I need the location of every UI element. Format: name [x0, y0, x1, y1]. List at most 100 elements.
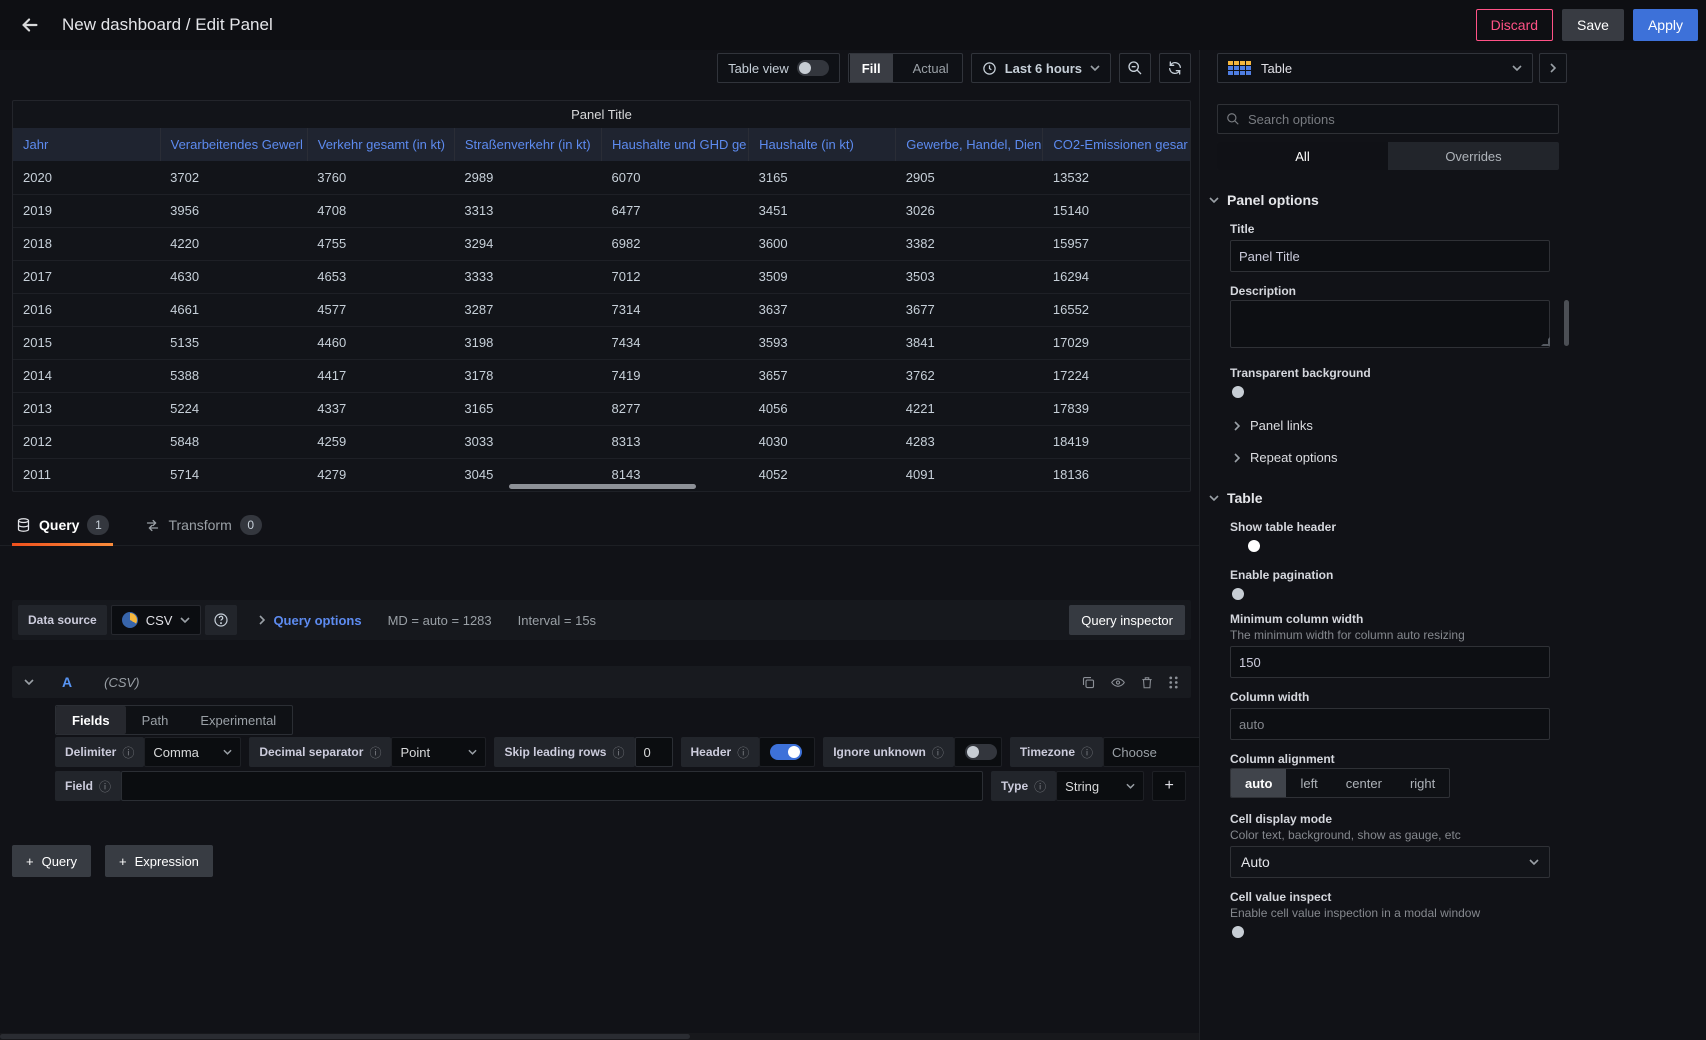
fill-segment[interactable]: Fill — [850, 54, 893, 82]
table-cell: 3677 — [896, 293, 1043, 326]
skip-leading-rows-input[interactable] — [635, 737, 673, 767]
header-label: Headerⓘ — [681, 737, 760, 767]
delimiter-select[interactable]: Comma — [144, 737, 241, 767]
alignment-center[interactable]: center — [1332, 769, 1396, 797]
plus-icon: + — [119, 854, 127, 869]
visualization-picker[interactable]: Table — [1217, 53, 1533, 83]
zoom-out-icon — [1127, 60, 1143, 76]
table-row: 201842204755329469823600338215957 — [13, 227, 1190, 260]
column-header[interactable]: CO2-Emissionen gesar — [1043, 128, 1190, 161]
add-field-button[interactable]: + — [1152, 771, 1186, 801]
alignment-auto[interactable]: auto — [1231, 769, 1286, 797]
query-options-expander[interactable]: Query options — [259, 613, 361, 628]
column-header[interactable]: Gewerbe, Handel, Dien — [896, 128, 1043, 161]
hide-query-eye-icon[interactable] — [1110, 675, 1126, 690]
ignore-unknown-toggle[interactable] — [965, 744, 997, 760]
title-label: Title — [1230, 222, 1254, 236]
drag-handle-icon[interactable] — [1168, 675, 1179, 690]
query-ref-id[interactable]: A — [62, 674, 72, 690]
column-header[interactable]: Straßenverkehr (in kt) — [454, 128, 601, 161]
tab-transform[interactable]: Transform 0 — [141, 505, 265, 546]
column-header[interactable]: Verarbeitendes Gewerl — [160, 128, 307, 161]
table-cell: 3509 — [749, 260, 896, 293]
column-header[interactable]: Jahr — [13, 128, 160, 161]
cell-display-mode-select[interactable]: Auto — [1230, 846, 1550, 878]
panel-title-input[interactable] — [1230, 240, 1550, 272]
options-search-input[interactable] — [1248, 112, 1550, 127]
tab-fields[interactable]: Fields — [56, 706, 126, 734]
max-data-points-text: MD = auto = 1283 — [388, 613, 492, 628]
tab-experimental[interactable]: Experimental — [184, 706, 292, 734]
table-cell: 4279 — [307, 458, 454, 491]
skip-leading-rows-label: Skip leading rowsⓘ — [494, 737, 634, 767]
show-table-header-label: Show table header — [1230, 520, 1336, 534]
apply-button[interactable]: Apply — [1633, 9, 1698, 41]
duplicate-query-icon[interactable] — [1081, 675, 1096, 690]
main-horizontal-scrollbar[interactable] — [0, 1033, 1199, 1040]
add-query-button[interactable]: + Query — [12, 845, 91, 877]
save-button[interactable]: Save — [1562, 9, 1624, 41]
panel-toolbar: Table view Fill Actual Last 6 hours — [717, 53, 1191, 83]
header-toggle[interactable] — [770, 744, 802, 760]
table-cell: 4220 — [160, 227, 307, 260]
table-horizontal-scrollbar[interactable] — [509, 484, 696, 489]
actual-segment[interactable]: Actual — [901, 54, 961, 82]
field-input[interactable] — [121, 771, 983, 801]
query-datasource-type: (CSV) — [104, 675, 139, 690]
table-cell: 17029 — [1043, 326, 1190, 359]
sidebar-scrollbar[interactable] — [1564, 300, 1569, 346]
table-cell: 4259 — [307, 425, 454, 458]
panel-options-section-header[interactable]: Panel options — [1209, 192, 1319, 208]
back-button[interactable] — [14, 9, 46, 41]
description-textarea[interactable] — [1230, 300, 1550, 348]
refresh-button[interactable] — [1159, 53, 1191, 83]
panel-links-expander[interactable]: Panel links — [1234, 418, 1313, 433]
table-row: 202037023760298960703165290513532 — [13, 161, 1190, 194]
table-cell: 18419 — [1043, 425, 1190, 458]
alignment-right[interactable]: right — [1396, 769, 1449, 797]
decimal-separator-select[interactable]: Point — [391, 737, 486, 767]
table-cell: 5135 — [160, 326, 307, 359]
query-inspector-button[interactable]: Query inspector — [1069, 605, 1185, 635]
time-range-picker[interactable]: Last 6 hours — [971, 53, 1111, 83]
alignment-left[interactable]: left — [1286, 769, 1331, 797]
delimiter-label: Delimiterⓘ — [55, 737, 144, 767]
tab-all[interactable]: All — [1217, 142, 1388, 170]
type-label: Typeⓘ — [991, 771, 1056, 801]
table-cell: 15957 — [1043, 227, 1190, 260]
table-cell: 7434 — [602, 326, 749, 359]
add-expression-button[interactable]: + Expression — [105, 845, 213, 877]
table-view-toggle[interactable] — [797, 60, 829, 76]
panel-preview: Panel Title JahrVerarbeitendes GewerlVer… — [12, 100, 1191, 492]
column-header[interactable]: Haushalte (in kt) — [749, 128, 896, 161]
table-cell: 4091 — [896, 458, 1043, 491]
column-alignment-label: Column alignment — [1230, 752, 1335, 766]
collapse-chevron-icon[interactable] — [24, 679, 34, 685]
repeat-options-expander[interactable]: Repeat options — [1234, 450, 1337, 465]
table-cell: 5714 — [160, 458, 307, 491]
column-header[interactable]: Verkehr gesamt (in kt) — [307, 128, 454, 161]
datasource-help-button[interactable] — [205, 605, 237, 635]
options-search[interactable] — [1217, 104, 1559, 134]
collapse-options-pane-button[interactable] — [1539, 53, 1567, 83]
chevron-down-icon — [1512, 65, 1522, 71]
column-width-input[interactable] — [1230, 708, 1550, 740]
type-select[interactable]: String — [1056, 771, 1144, 801]
cell-value-inspect-description: Enable cell value inspection in a modal … — [1230, 906, 1480, 920]
table-cell: 3503 — [896, 260, 1043, 293]
cell-display-mode-description: Color text, background, show as gauge, e… — [1230, 828, 1461, 842]
search-icon — [1226, 112, 1240, 126]
delete-query-trash-icon[interactable] — [1140, 675, 1154, 690]
tab-path[interactable]: Path — [126, 706, 185, 734]
tab-overrides[interactable]: Overrides — [1388, 142, 1559, 170]
discard-button[interactable]: Discard — [1476, 9, 1553, 41]
datasource-picker[interactable]: CSV — [111, 605, 202, 635]
table-section-header[interactable]: Table — [1209, 490, 1263, 506]
min-column-width-input[interactable] — [1230, 646, 1550, 678]
column-header[interactable]: Haushalte und GHD ge — [602, 128, 749, 161]
table-cell: 18136 — [1043, 458, 1190, 491]
description-label: Description — [1230, 284, 1296, 298]
table-cell: 4337 — [307, 392, 454, 425]
zoom-out-button[interactable] — [1119, 53, 1151, 83]
tab-query[interactable]: Query 1 — [12, 505, 113, 546]
